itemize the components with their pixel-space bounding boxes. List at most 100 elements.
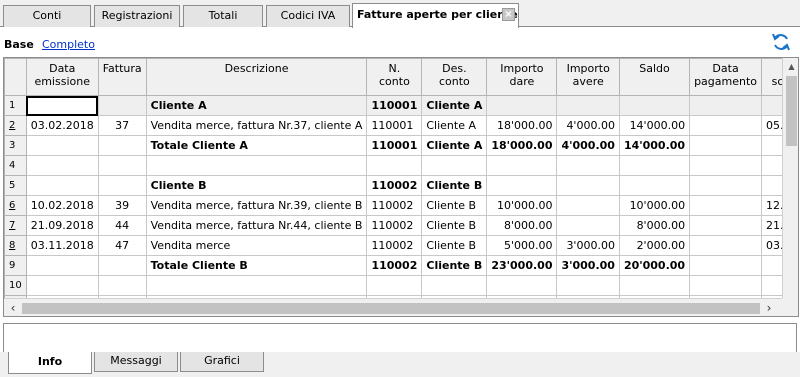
column-header[interactable]: Descrizione xyxy=(145,58,368,96)
column-header[interactable]: Data pagamento xyxy=(689,58,763,96)
column-header[interactable]: N. conto xyxy=(366,58,423,96)
invoice-number-cell[interactable]: 44 xyxy=(97,215,147,236)
invoice-number-cell[interactable] xyxy=(97,135,147,156)
column-header[interactable]: Importo avere xyxy=(556,58,620,96)
account-description-cell[interactable]: Cliente B xyxy=(421,215,488,236)
tab-grafici[interactable]: Grafici xyxy=(180,352,264,372)
description-cell[interactable]: Cliente A xyxy=(145,95,368,116)
table-row[interactable]: 1 Cliente A 110001 Cliente A xyxy=(4,95,798,116)
invoice-number-cell[interactable] xyxy=(97,275,147,296)
invoice-number-cell[interactable]: 47 xyxy=(97,235,147,256)
table-row[interactable]: 5 Cliente B 110002 Cliente B xyxy=(4,175,798,196)
account-description-cell[interactable]: Cliente A xyxy=(421,95,488,116)
row-number[interactable]: 7 xyxy=(4,215,27,236)
credit-amount-cell[interactable]: 3'000.00 xyxy=(556,255,620,276)
account-number-cell[interactable]: 110002 xyxy=(366,175,423,196)
account-description-cell[interactable]: Cliente B xyxy=(421,255,488,276)
row-number[interactable]: 8 xyxy=(4,235,27,256)
debit-amount-cell[interactable] xyxy=(486,155,558,176)
debit-amount-cell[interactable] xyxy=(486,175,558,196)
date-emission-cell[interactable] xyxy=(25,175,99,196)
balance-cell[interactable]: 2'000.00 xyxy=(618,235,691,256)
account-description-cell[interactable]: Cliente B xyxy=(421,235,488,256)
payment-date-cell[interactable] xyxy=(689,95,763,116)
date-emission-cell[interactable]: 10.02.2018 xyxy=(25,195,99,216)
debit-amount-cell[interactable]: 23'000.00 xyxy=(486,255,558,276)
invoice-number-cell[interactable]: 37 xyxy=(97,115,147,136)
account-description-cell[interactable] xyxy=(421,275,488,296)
balance-cell[interactable]: 8'000.00 xyxy=(618,215,691,236)
credit-amount-cell[interactable]: 4'000.00 xyxy=(556,135,620,156)
credit-amount-cell[interactable] xyxy=(556,275,620,296)
description-cell[interactable]: Cliente B xyxy=(145,175,368,196)
balance-cell[interactable] xyxy=(618,95,691,116)
payment-date-cell[interactable] xyxy=(689,235,763,256)
date-emission-cell[interactable]: 03.02.2018 xyxy=(25,115,99,136)
invoice-number-cell[interactable] xyxy=(97,255,147,276)
account-description-cell[interactable]: Cliente B xyxy=(421,175,488,196)
payment-date-cell[interactable] xyxy=(689,195,763,216)
balance-cell[interactable]: 14'000.00 xyxy=(618,135,691,156)
credit-amount-cell[interactable] xyxy=(556,175,620,196)
payment-date-cell[interactable] xyxy=(689,135,763,156)
account-number-cell[interactable]: 110001 xyxy=(366,95,423,116)
table-row[interactable]: 10 xyxy=(4,275,798,296)
tab-registrazioni[interactable]: Registrazioni xyxy=(94,5,180,27)
date-emission-cell[interactable] xyxy=(25,95,99,116)
description-cell[interactable]: Vendita merce, fattura Nr.44, cliente B xyxy=(145,215,368,236)
description-cell[interactable]: Totale Cliente B xyxy=(145,255,368,276)
refresh-icon[interactable] xyxy=(770,31,792,53)
row-number[interactable]: 1 xyxy=(4,95,27,116)
vertical-scroll-thumb[interactable] xyxy=(786,76,797,146)
column-header[interactable]: Importo dare xyxy=(486,58,558,96)
account-description-cell[interactable]: Cliente A xyxy=(421,135,488,156)
table-row[interactable]: 2 03.02.2018 37 Vendita merce, fattura Nr.3… xyxy=(4,115,798,136)
balance-cell[interactable] xyxy=(618,155,691,176)
close-icon[interactable]: × xyxy=(502,8,515,21)
balance-cell[interactable] xyxy=(618,275,691,296)
column-header[interactable]: Des. conto xyxy=(421,58,488,96)
row-number[interactable]: 5 xyxy=(4,175,27,196)
row-number[interactable]: 10 xyxy=(4,275,27,296)
credit-amount-cell[interactable]: 4'000.00 xyxy=(556,115,620,136)
debit-amount-cell[interactable]: 5'000.00 xyxy=(486,235,558,256)
account-description-cell[interactable]: Cliente B xyxy=(421,195,488,216)
debit-amount-cell[interactable] xyxy=(486,95,558,116)
balance-cell[interactable]: 10'000.00 xyxy=(618,195,691,216)
invoice-number-cell[interactable] xyxy=(97,155,147,176)
account-description-cell[interactable]: Cliente A xyxy=(421,115,488,136)
table-row[interactable]: 3 Totale Cliente A 110001 Cliente A 18'000.0… xyxy=(4,135,798,156)
debit-amount-cell[interactable]: 18'000.00 xyxy=(486,115,558,136)
balance-cell[interactable] xyxy=(618,175,691,196)
column-header[interactable]: Fattura xyxy=(97,58,147,96)
debit-amount-cell[interactable]: 10'000.00 xyxy=(486,195,558,216)
row-number-header[interactable] xyxy=(4,58,27,96)
account-number-cell[interactable]: 110002 xyxy=(366,215,423,236)
credit-amount-cell[interactable] xyxy=(556,195,620,216)
tab-info[interactable]: Info xyxy=(8,352,92,374)
table-row[interactable]: 4 xyxy=(4,155,798,176)
date-emission-cell[interactable] xyxy=(25,135,99,156)
row-number[interactable]: 4 xyxy=(4,155,27,176)
account-description-cell[interactable] xyxy=(421,155,488,176)
payment-date-cell[interactable] xyxy=(689,255,763,276)
payment-date-cell[interactable] xyxy=(689,115,763,136)
debit-amount-cell[interactable]: 8'000.00 xyxy=(486,215,558,236)
tab-messaggi[interactable]: Messaggi xyxy=(94,352,178,372)
table-row[interactable]: 8 03.11.2018 47 Vendita merce 110002 Cliente … xyxy=(4,235,798,256)
debit-amount-cell[interactable] xyxy=(486,275,558,296)
debit-amount-cell[interactable]: 18'000.00 xyxy=(486,135,558,156)
credit-amount-cell[interactable]: 3'000.00 xyxy=(556,235,620,256)
payment-date-cell[interactable] xyxy=(689,275,763,296)
payment-date-cell[interactable] xyxy=(689,155,763,176)
payment-date-cell[interactable] xyxy=(689,215,763,236)
date-emission-cell[interactable]: 03.11.2018 xyxy=(25,235,99,256)
account-number-cell[interactable]: 110001 xyxy=(366,135,423,156)
tab-totali[interactable]: Totali xyxy=(183,5,263,27)
date-emission-cell[interactable] xyxy=(25,255,99,276)
tab-fatture-aperte[interactable]: Fatture aperte per cliente × xyxy=(352,3,519,28)
description-cell[interactable]: Vendita merce, fattura Nr.37, cliente A xyxy=(145,115,368,136)
tab-conti[interactable]: Conti xyxy=(3,5,91,27)
description-cell[interactable]: Totale Cliente A xyxy=(145,135,368,156)
tab-codici-iva[interactable]: Codici IVA xyxy=(266,5,350,27)
